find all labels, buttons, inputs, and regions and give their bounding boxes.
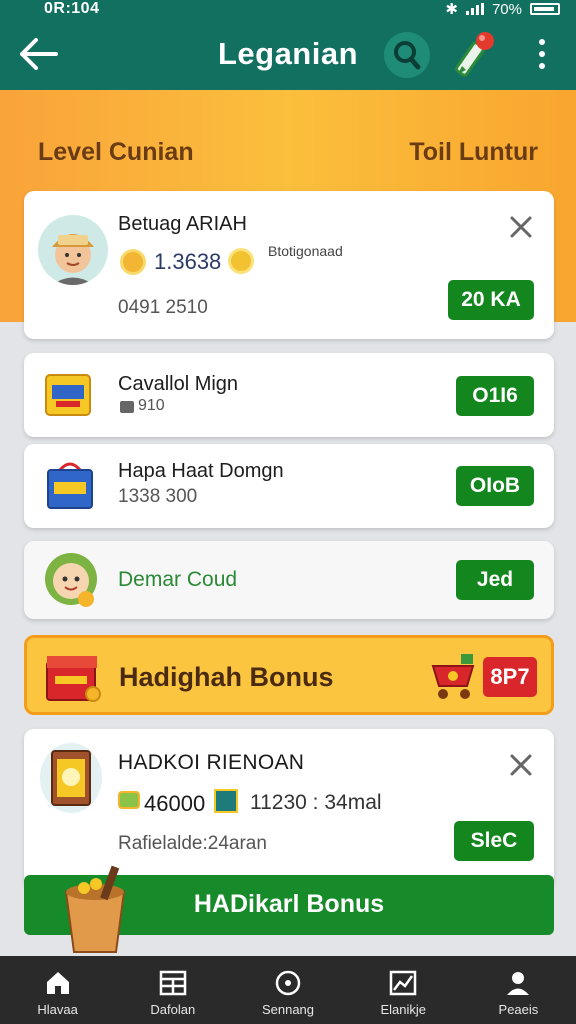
profile-card: Betuag ARIAH 1.3638 Btotigonaad 0491 251… [24,191,554,339]
reward-title: HADKOI RIENOAN [118,751,305,774]
close-icon [510,754,532,776]
list-item-button[interactable]: O1I6 [456,376,534,416]
list-item[interactable]: Demar Coud Jed [24,541,554,619]
nav-label: Elanikje [380,1002,426,1017]
list-item-sub: 910 [138,397,165,414]
profile-tag: Btotigonaad [268,243,343,259]
search-button[interactable] [384,32,430,78]
close-profile-button[interactable] [507,213,535,241]
reward-action-button[interactable]: SleC [454,821,534,861]
scroll-icon [40,743,102,813]
nav-item-profile[interactable]: Peaeis [461,956,576,1024]
bonus-badge[interactable]: 8P7 [483,657,537,697]
compass-icon [275,970,301,996]
status-bar: 0R:104 ✱ 70% [0,0,576,18]
bonus-banner-title: Hadighah Bonus [119,662,334,692]
profile-name: Betuag ARIAH [118,213,247,235]
list-item-sub: 1338 300 [118,486,198,507]
status-time: 0R:104 [44,0,100,17]
reward-value2: 11230 : 34mal [250,791,382,814]
pot-icon [60,862,130,954]
gift-box-icon [43,648,103,706]
person-icon [507,972,530,995]
bag-icon [44,458,96,512]
close-icon [510,216,532,238]
reward-value1: 46000 [144,791,206,816]
list-item-title: Hapa Haat Domgn [118,460,284,482]
thumb-icon [120,401,134,413]
search-icon [394,41,421,70]
close-reward-button[interactable] [507,751,535,779]
list-item-title: Cavallol Mign [118,373,239,395]
profile-number: 0491 2510 [118,297,208,318]
bottom-nav: Hlavaa Dafolan Sennang Elanikje Peaeis [0,956,576,1024]
more-menu-button[interactable] [530,36,554,72]
battery-icon [530,3,560,15]
nav-item-explore[interactable]: Sennang [230,956,345,1024]
nav-label: Peaeis [498,1002,539,1017]
ticket-icon [42,369,96,421]
chart-icon [389,970,417,996]
mascot-icon [40,549,102,611]
app-bar: Leganian [0,18,576,90]
home-icon [46,972,69,994]
bonus-cart-icon [427,650,479,702]
level-right-label: Toil Luntur [409,138,538,166]
gold-coin-icon [228,248,254,274]
list-item[interactable]: Cavallol Mign 910 O1I6 [24,353,554,437]
grid-icon [159,970,187,996]
profile-coins: 1.3638 [154,249,222,274]
profile-action-button[interactable]: 20 KA [448,280,534,320]
list-item-button[interactable]: OIoB [456,466,534,506]
reward-sub: Rafielalde:24aran [118,833,267,854]
bluetooth-icon: ✱ [445,1,458,18]
edit-button[interactable] [452,28,502,80]
nav-item-list[interactable]: Dafolan [115,956,230,1024]
cube-icon [214,789,238,813]
money-icon [118,791,140,809]
nav-item-stats[interactable]: Elanikje [346,956,461,1024]
list-item[interactable]: Hapa Haat Domgn 1338 300 OIoB [24,444,554,528]
level-left-label: Level Cunian [38,138,194,166]
list-item-title: Demar Coud [118,568,238,591]
nav-label: Sennang [261,1002,315,1017]
nav-label: Dafolan [150,1002,196,1017]
signal-icon [465,3,484,15]
battery-percent: 70% [491,0,522,18]
coin-icon [120,249,146,275]
list-item-button[interactable]: Jed [456,560,534,600]
nav-label: Hlavaa [37,1002,78,1017]
avatar [38,215,108,285]
bonus-banner[interactable]: Hadighah Bonus 8P7 [24,635,554,715]
nav-item-home[interactable]: Hlavaa [0,956,115,1024]
pencil-icon [455,32,494,77]
